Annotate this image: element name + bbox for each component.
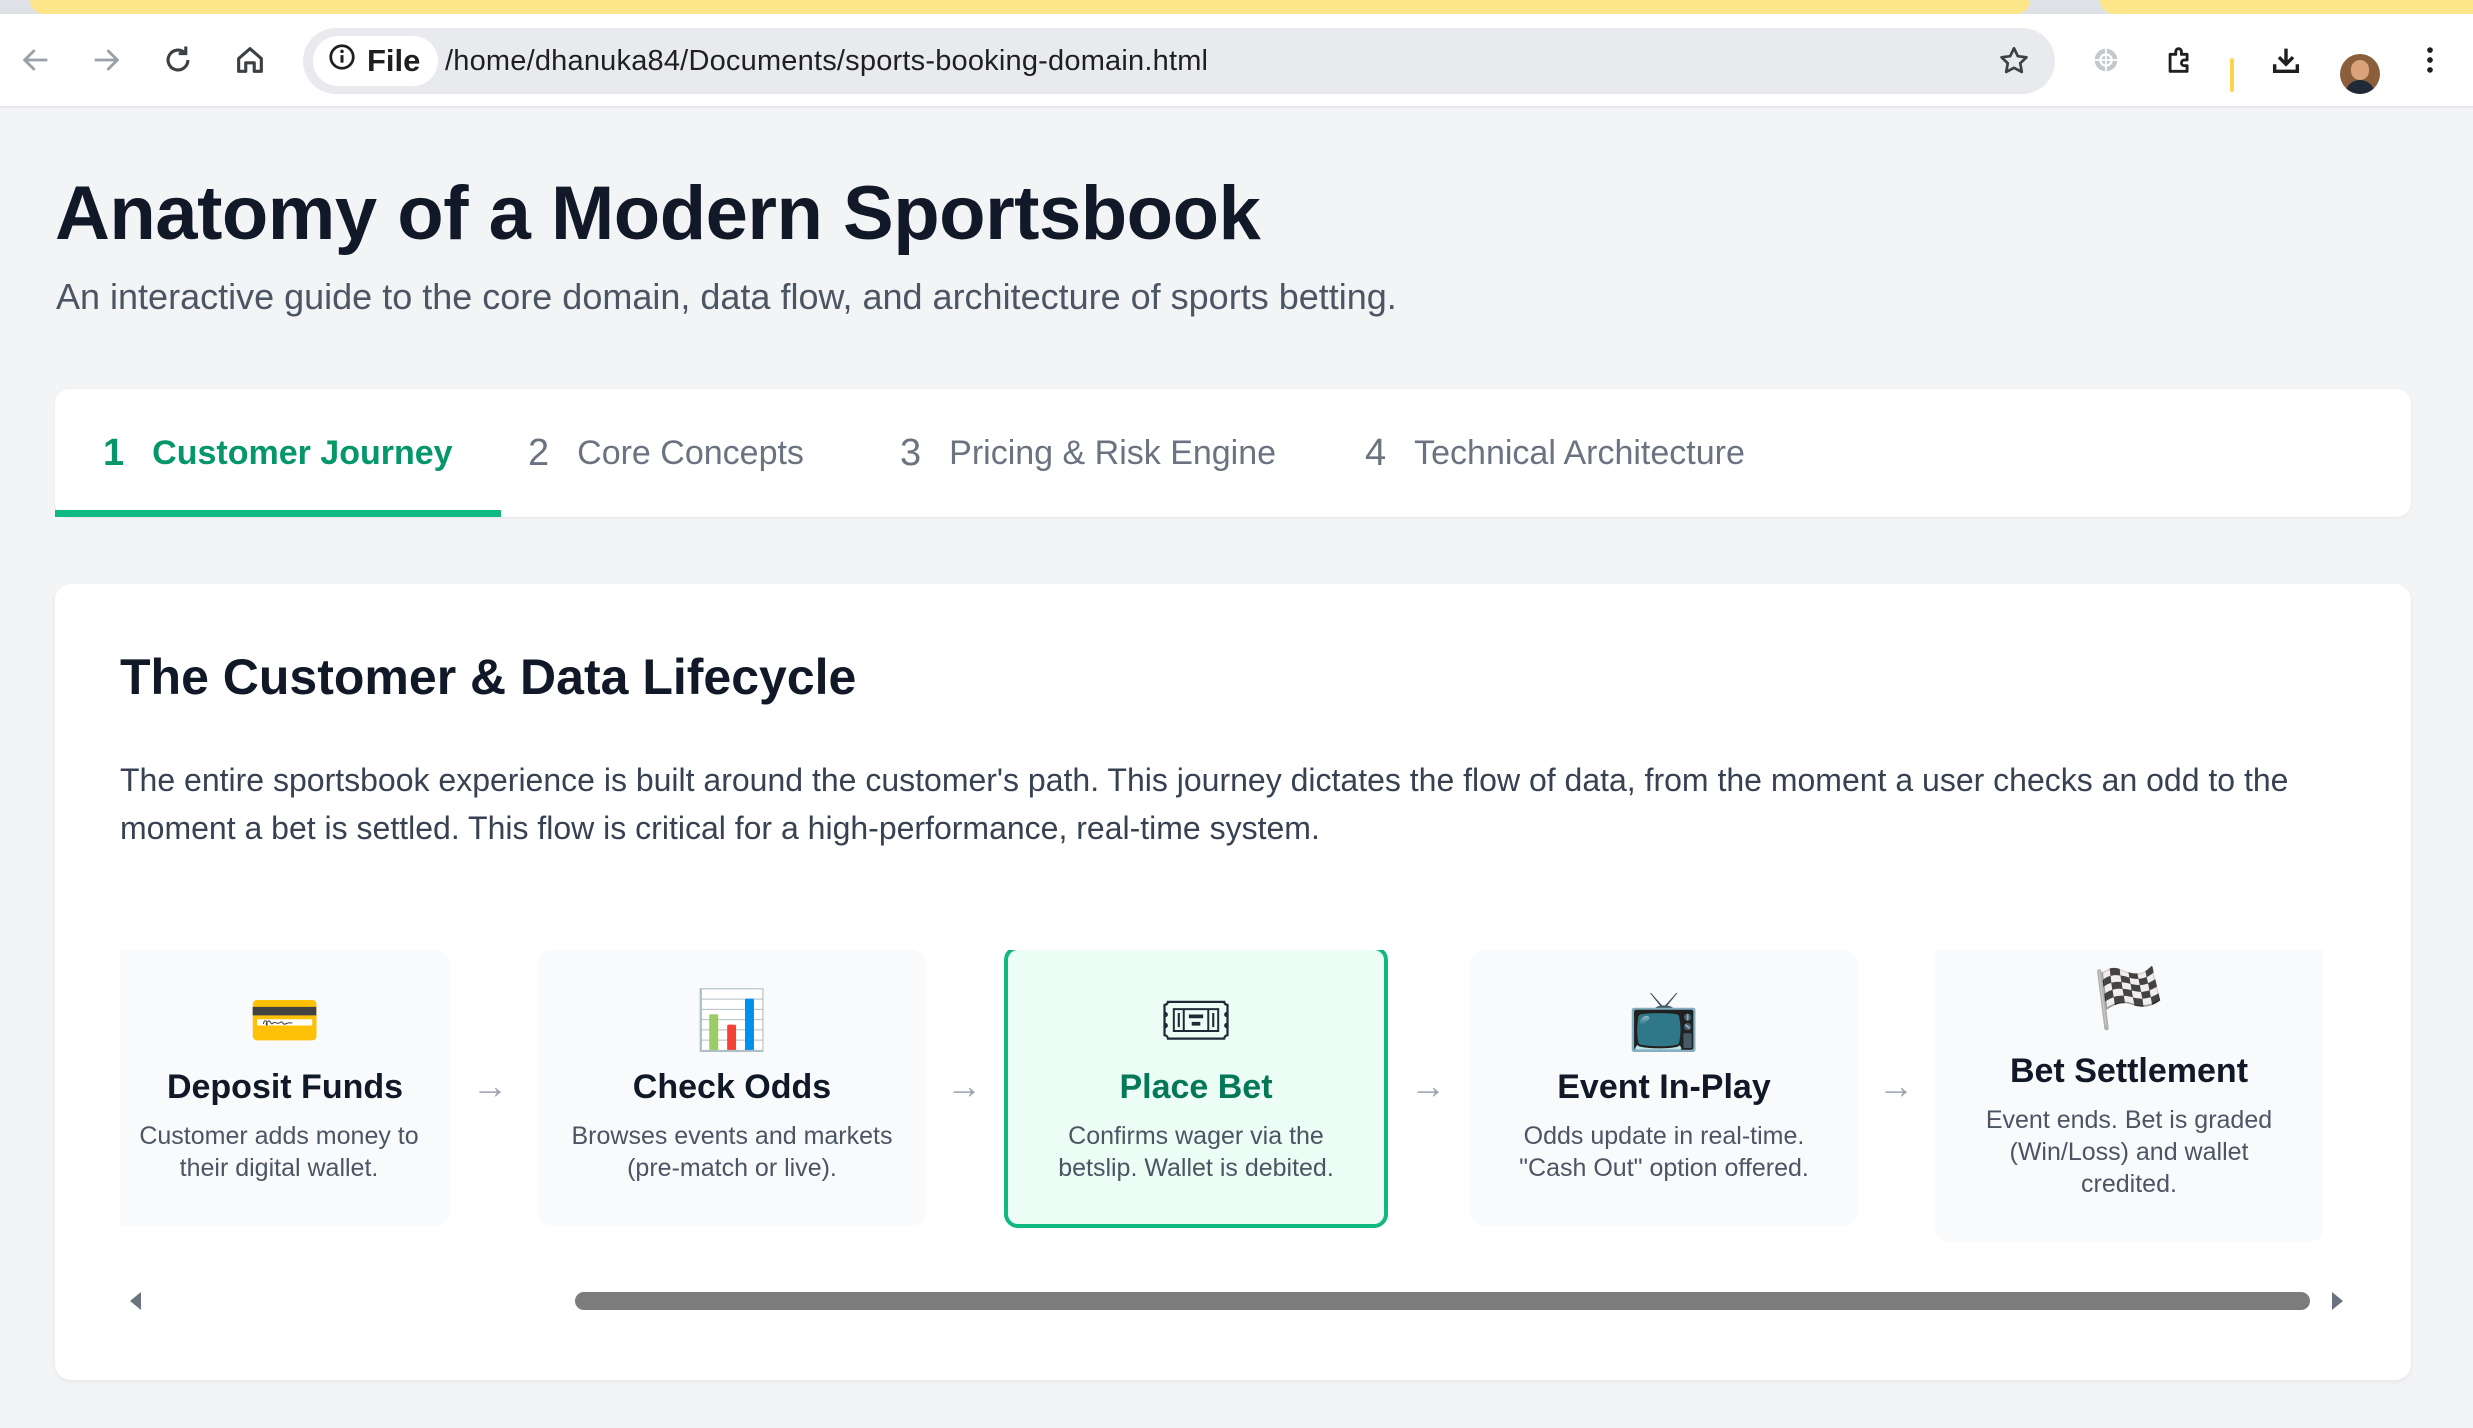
tab-label: Customer Journey bbox=[152, 433, 453, 472]
scheme-label: File bbox=[367, 43, 421, 78]
journey-step-event-in-play[interactable]: 📺 Event In-Play Odds update in real-time… bbox=[1470, 950, 1858, 1226]
page-subtitle: An interactive guide to the core domain,… bbox=[56, 276, 1397, 317]
forward-arrow-icon[interactable] bbox=[80, 34, 132, 86]
bar-chart-icon: 📊 bbox=[695, 988, 769, 1053]
step-description: Confirms wager via the betslip. Wallet i… bbox=[1058, 1122, 1334, 1182]
flow-arrow: → bbox=[472, 1065, 508, 1106]
journey-flow[interactable]: 💳 Deposit Funds Customer adds money to t… bbox=[120, 950, 2335, 1250]
address-bar[interactable]: File /home/dhanuka84/Documents/sports-bo… bbox=[303, 28, 2055, 94]
step-title: Event In-Play bbox=[1557, 1068, 1771, 1106]
tab-label: Core Concepts bbox=[577, 433, 804, 472]
browser-tab[interactable] bbox=[2100, 0, 2473, 14]
step-title: Deposit Funds bbox=[166, 1068, 404, 1106]
checkered-flag-icon: 🏁 bbox=[2092, 966, 2166, 1031]
tab-number: 2 bbox=[528, 431, 550, 474]
home-icon[interactable] bbox=[224, 34, 276, 86]
url-text[interactable]: /home/dhanuka84/Documents/sports-booking… bbox=[445, 28, 1208, 94]
content-card: The Customer & Data Lifecycle The entire… bbox=[55, 584, 2411, 1380]
extension-icon[interactable] bbox=[2080, 34, 2132, 86]
profile-avatar[interactable] bbox=[2340, 54, 2380, 94]
section-description: The entire sportsbook experience is buil… bbox=[120, 762, 2289, 846]
journey-step-place-bet[interactable]: 🎟 Place Bet Confirms wager via the betsl… bbox=[1004, 950, 1388, 1228]
section-tabs: 1 Customer Journey 2 Core Concepts 3 Pri… bbox=[55, 389, 2411, 517]
kebab-menu-icon[interactable] bbox=[2404, 34, 2456, 86]
scroll-left-arrow-icon[interactable] bbox=[130, 1292, 141, 1310]
browser-tab[interactable] bbox=[30, 0, 2030, 14]
ticket-icon: 🎟 bbox=[1159, 988, 1233, 1053]
info-icon bbox=[327, 42, 357, 80]
bookmark-star-icon[interactable] bbox=[1991, 38, 2037, 84]
site-info-chip[interactable]: File bbox=[313, 36, 439, 86]
flow-arrow: → bbox=[1410, 1065, 1446, 1106]
scrollbar-thumb[interactable] bbox=[575, 1292, 2310, 1310]
flow-arrow: → bbox=[1878, 1065, 1914, 1106]
tab-label: Pricing & Risk Engine bbox=[949, 433, 1277, 472]
television-icon: 📺 bbox=[1627, 988, 1701, 1053]
tab-customer-journey[interactable]: 1 Customer Journey bbox=[55, 389, 501, 517]
back-arrow-icon[interactable] bbox=[10, 34, 62, 86]
download-icon[interactable] bbox=[2260, 34, 2312, 86]
page-title: Anatomy of a Modern Sportsbook bbox=[55, 171, 1261, 256]
section-title: The Customer & Data Lifecycle bbox=[120, 649, 857, 705]
browser-toolbar: File /home/dhanuka84/Documents/sports-bo… bbox=[0, 14, 2473, 108]
extension-puzzle-icon[interactable] bbox=[2154, 34, 2206, 86]
reload-icon[interactable] bbox=[152, 34, 204, 86]
step-title: Place Bet bbox=[1119, 1068, 1273, 1106]
journey-step-bet-settlement[interactable]: 🏁 Bet Settlement Event ends. Bet is grad… bbox=[1935, 950, 2323, 1242]
tab-number: 3 bbox=[900, 431, 922, 474]
journey-step-deposit-funds[interactable]: 💳 Deposit Funds Customer adds money to t… bbox=[120, 950, 450, 1226]
step-description: Event ends. Bet is graded (Win/Loss) and… bbox=[1985, 1106, 2273, 1198]
credit-card-icon: 💳 bbox=[248, 988, 322, 1053]
tab-label: Technical Architecture bbox=[1414, 433, 1745, 472]
tab-core-concepts[interactable]: 2 Core Concepts bbox=[528, 389, 804, 517]
step-description: Odds update in real-time. "Cash Out" opt… bbox=[1519, 1122, 1809, 1182]
scroll-right-arrow-icon[interactable] bbox=[2332, 1292, 2343, 1310]
step-title: Check Odds bbox=[632, 1068, 832, 1106]
toolbar-divider bbox=[2230, 58, 2234, 92]
step-description: Browses events and markets (pre-match or… bbox=[571, 1122, 893, 1182]
flow-arrow: → bbox=[946, 1065, 982, 1106]
tab-number: 1 bbox=[103, 431, 125, 474]
step-title: Bet Settlement bbox=[2009, 1052, 2249, 1090]
journey-step-check-odds[interactable]: 📊 Check Odds Browses events and markets … bbox=[538, 950, 926, 1226]
tab-technical-architecture[interactable]: 4 Technical Architecture bbox=[1365, 389, 1745, 517]
horizontal-scrollbar[interactable] bbox=[120, 1286, 2345, 1316]
step-description: Customer adds money to their digital wal… bbox=[139, 1122, 419, 1182]
tab-number: 4 bbox=[1365, 431, 1387, 474]
tab-pricing-risk-engine[interactable]: 3 Pricing & Risk Engine bbox=[900, 389, 1276, 517]
